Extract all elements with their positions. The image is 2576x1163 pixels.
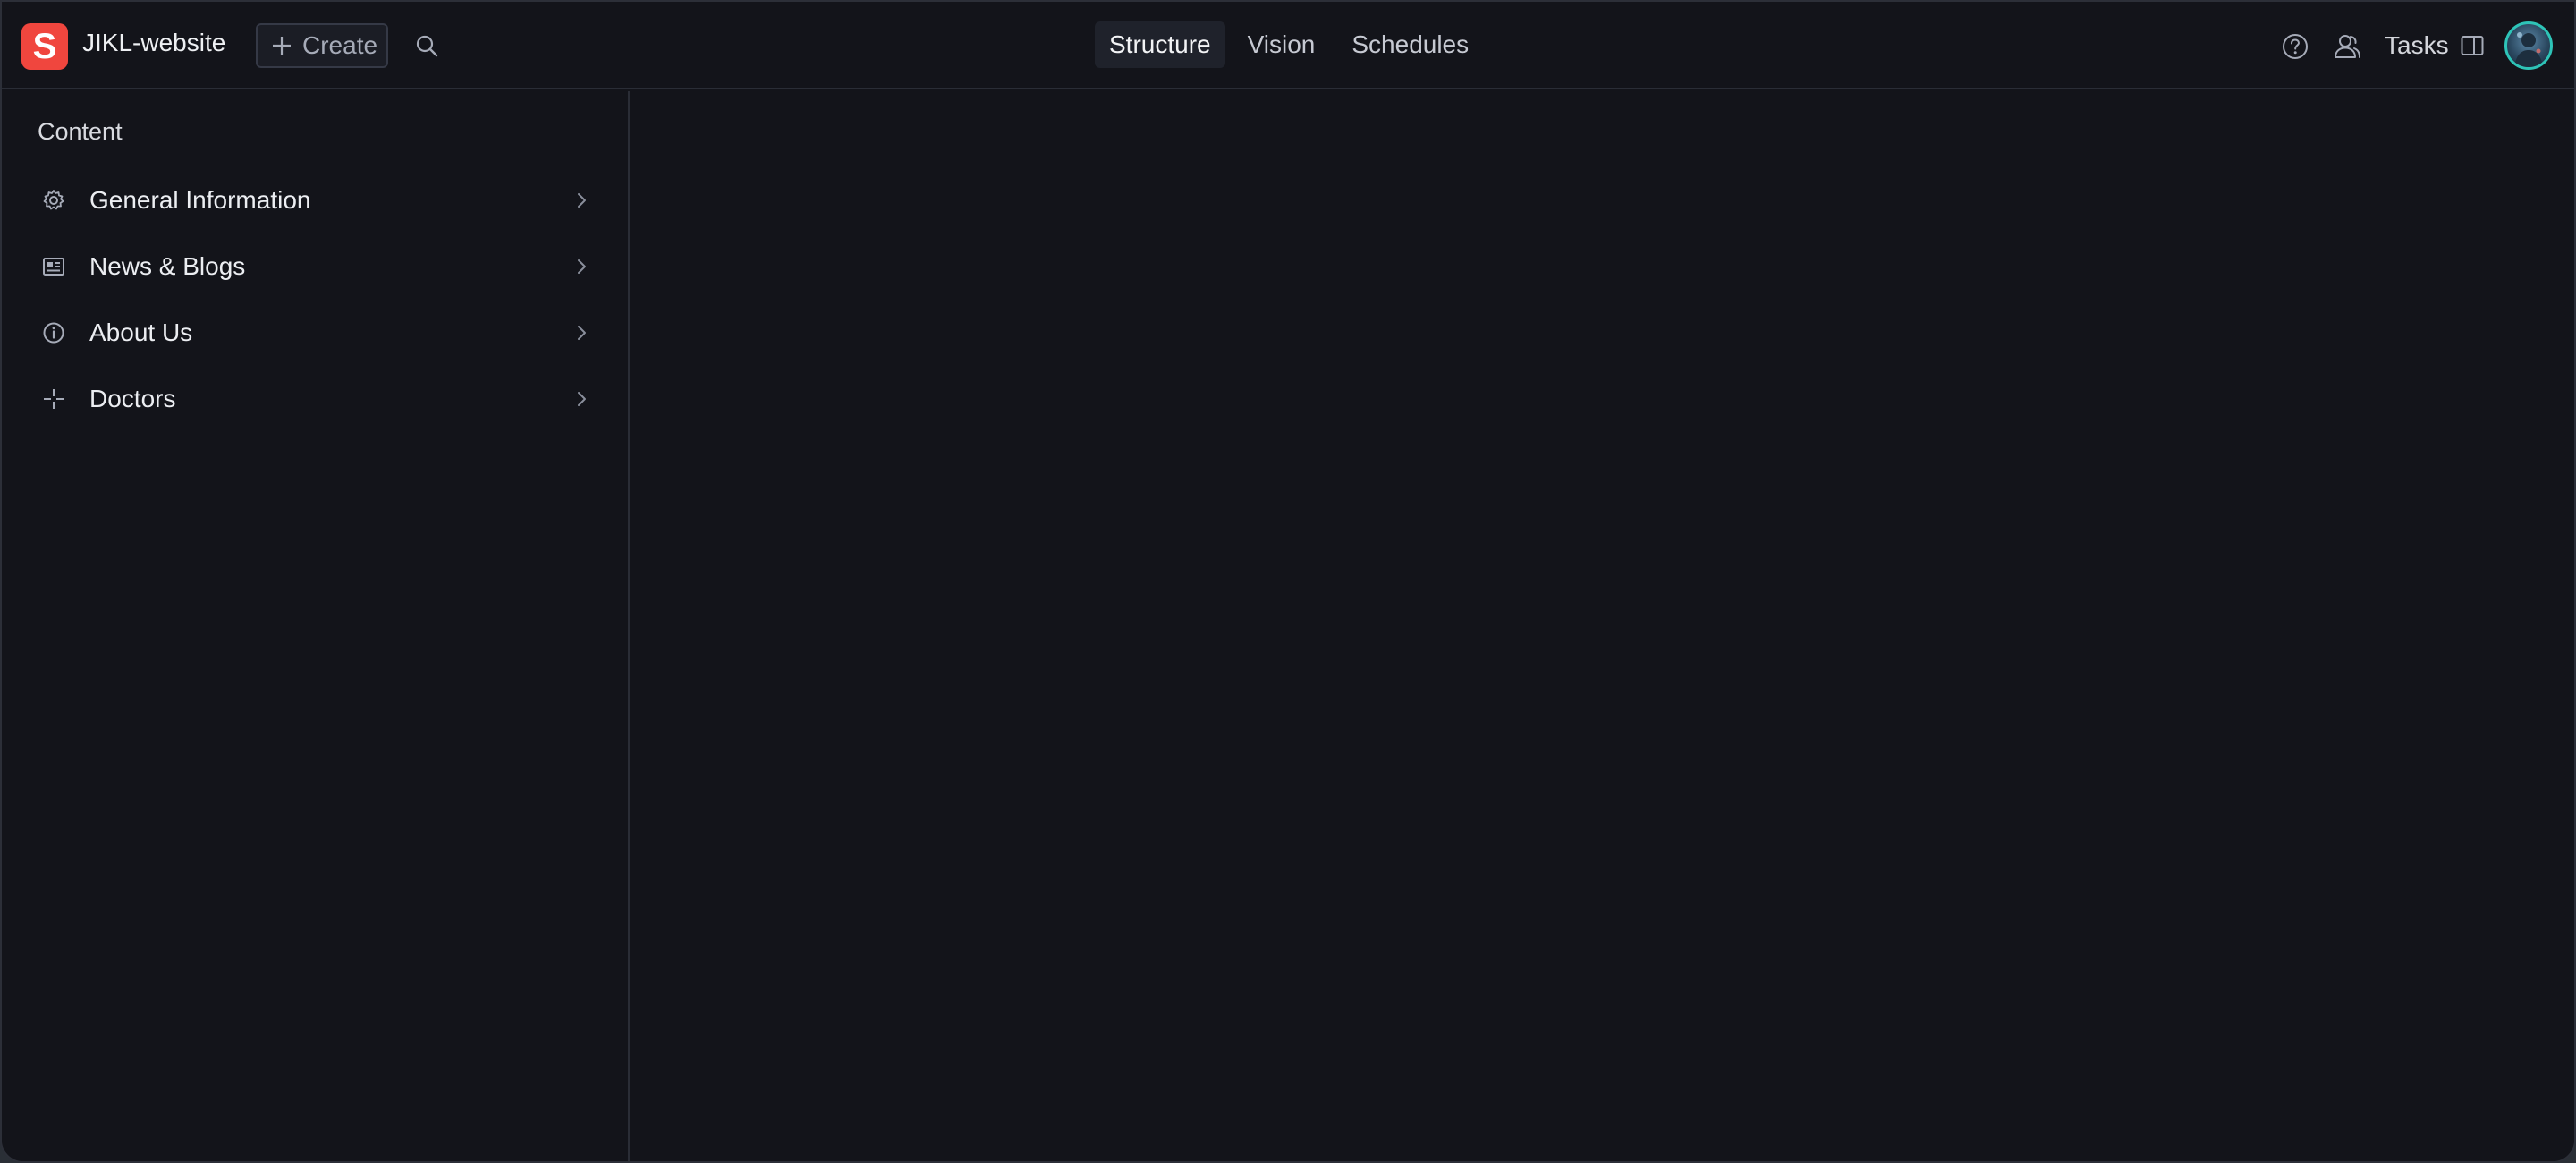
presence-button[interactable] (2331, 30, 2363, 63)
sidebar-item-label: About Us (89, 318, 193, 346)
panel-toggle-icon (2461, 36, 2484, 55)
tab-schedules[interactable]: Schedules (1337, 21, 1483, 68)
main-tool-tabs: Structure Vision Schedules (1095, 21, 1491, 68)
sidebar-item-label: General Information (89, 186, 311, 214)
gear-icon (38, 184, 70, 216)
search-icon (416, 35, 438, 57)
info-icon (38, 317, 70, 349)
workspace-name[interactable]: JIKL-website (82, 29, 225, 57)
content-sidebar: Content General Information News & Blogs… (2, 91, 630, 1161)
sidebar-title: Content (38, 118, 123, 145)
chevron-right-icon (571, 322, 592, 344)
sidebar-item-news-blogs[interactable]: News & Blogs (20, 238, 601, 295)
search-button[interactable] (411, 30, 442, 61)
top-navigation-bar: S JIKL-website Create Structure Vision S… (2, 2, 2574, 89)
create-button-label: Create (302, 31, 378, 59)
user-presence-icon (2334, 35, 2360, 58)
workspace-logo[interactable]: S (21, 23, 68, 70)
sidebar-item-doctors[interactable]: Doctors (20, 370, 601, 428)
avatar-image-icon (2514, 32, 2543, 67)
logo-letter: S (32, 27, 57, 66)
sidebar-item-about-us[interactable]: About Us (20, 304, 601, 361)
empty-content-pane (630, 91, 2574, 1161)
help-icon (2283, 34, 2308, 59)
chevron-right-icon (571, 256, 592, 277)
tab-structure[interactable]: Structure (1095, 21, 1225, 68)
tasks-button[interactable]: Tasks (2385, 23, 2485, 68)
sidebar-item-label: News & Blogs (89, 252, 246, 280)
user-avatar[interactable] (2504, 21, 2553, 70)
tasks-label: Tasks (2385, 31, 2449, 59)
crosshair-icon (38, 383, 70, 415)
chevron-right-icon (571, 388, 592, 410)
create-button[interactable]: Create (256, 23, 388, 68)
plus-icon (273, 37, 291, 55)
chevron-right-icon (571, 190, 592, 211)
sidebar-item-label: Doctors (89, 385, 176, 412)
sidebar-item-general-information[interactable]: General Information (20, 172, 601, 229)
newspaper-icon (38, 250, 70, 283)
app-window: S JIKL-website Create Structure Vision S… (0, 0, 2576, 1163)
help-button[interactable] (2279, 30, 2311, 63)
tab-vision[interactable]: Vision (1233, 21, 1330, 68)
